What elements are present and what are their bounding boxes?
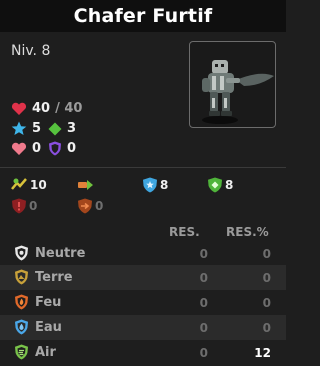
neutral-element-icon <box>15 245 28 261</box>
orange-shield-icon <box>78 198 92 214</box>
heal-value: 0 <box>32 141 42 156</box>
dodge-mp-stat <box>77 177 96 192</box>
diamond-green-icon <box>48 122 62 135</box>
air-element-icon <box>15 344 28 360</box>
mp-stat: 3 <box>48 121 76 136</box>
ap-value: 5 <box>32 121 42 136</box>
heart-pink-icon <box>11 142 27 155</box>
title-bar: Chafer Furtif <box>0 0 286 32</box>
earth-element-icon <box>15 269 28 285</box>
mp-resist-stat: 8 <box>207 177 233 193</box>
ap-resist-stat: 8 <box>142 177 168 193</box>
divider <box>0 167 286 168</box>
res-column-header: RES. <box>169 225 200 239</box>
monster-name: Chafer Furtif <box>73 5 213 27</box>
water-element-icon <box>15 319 28 335</box>
monster-level: Niv. 8 <box>11 43 51 59</box>
shield-purple-icon <box>49 141 61 156</box>
heart-red-icon <box>11 102 27 115</box>
red-shield-icon <box>12 198 26 214</box>
red-shield-stat: 0 <box>11 198 37 214</box>
monster-portrait <box>189 41 276 128</box>
ap-stat: 5 <box>11 121 41 136</box>
fire-element-icon <box>15 294 28 310</box>
orange-shield-stat: 0 <box>77 198 103 214</box>
dodge-ap-icon <box>11 178 27 190</box>
hp-value: 40 <box>32 101 51 116</box>
mp-value: 3 <box>67 121 77 136</box>
skeleton-sprite-icon <box>202 60 274 124</box>
dodge-ap-stat: 10 <box>11 177 47 192</box>
hp-max: / 40 <box>55 101 83 116</box>
res-row-feu: Feu 0 0 <box>0 290 286 315</box>
shield-stat: 0 <box>48 141 76 156</box>
shield-value: 0 <box>67 141 77 156</box>
res-row-eau: Eau 0 0 <box>0 315 286 340</box>
dodge-mp-icon <box>78 180 93 190</box>
res-row-terre: Terre 0 0 <box>0 265 286 290</box>
res-row-air: Air 0 12 <box>0 340 286 365</box>
res-row-neutre: Neutre 0 0 <box>0 241 286 266</box>
air-resist-mp-icon <box>208 177 222 193</box>
star-blue-icon <box>11 121 27 135</box>
hp-stat: 40 / 40 <box>11 101 82 116</box>
res-pct-column-header: RES.% <box>226 225 269 239</box>
heal-stat: 0 <box>11 141 41 156</box>
water-resist-ap-icon <box>143 177 157 193</box>
